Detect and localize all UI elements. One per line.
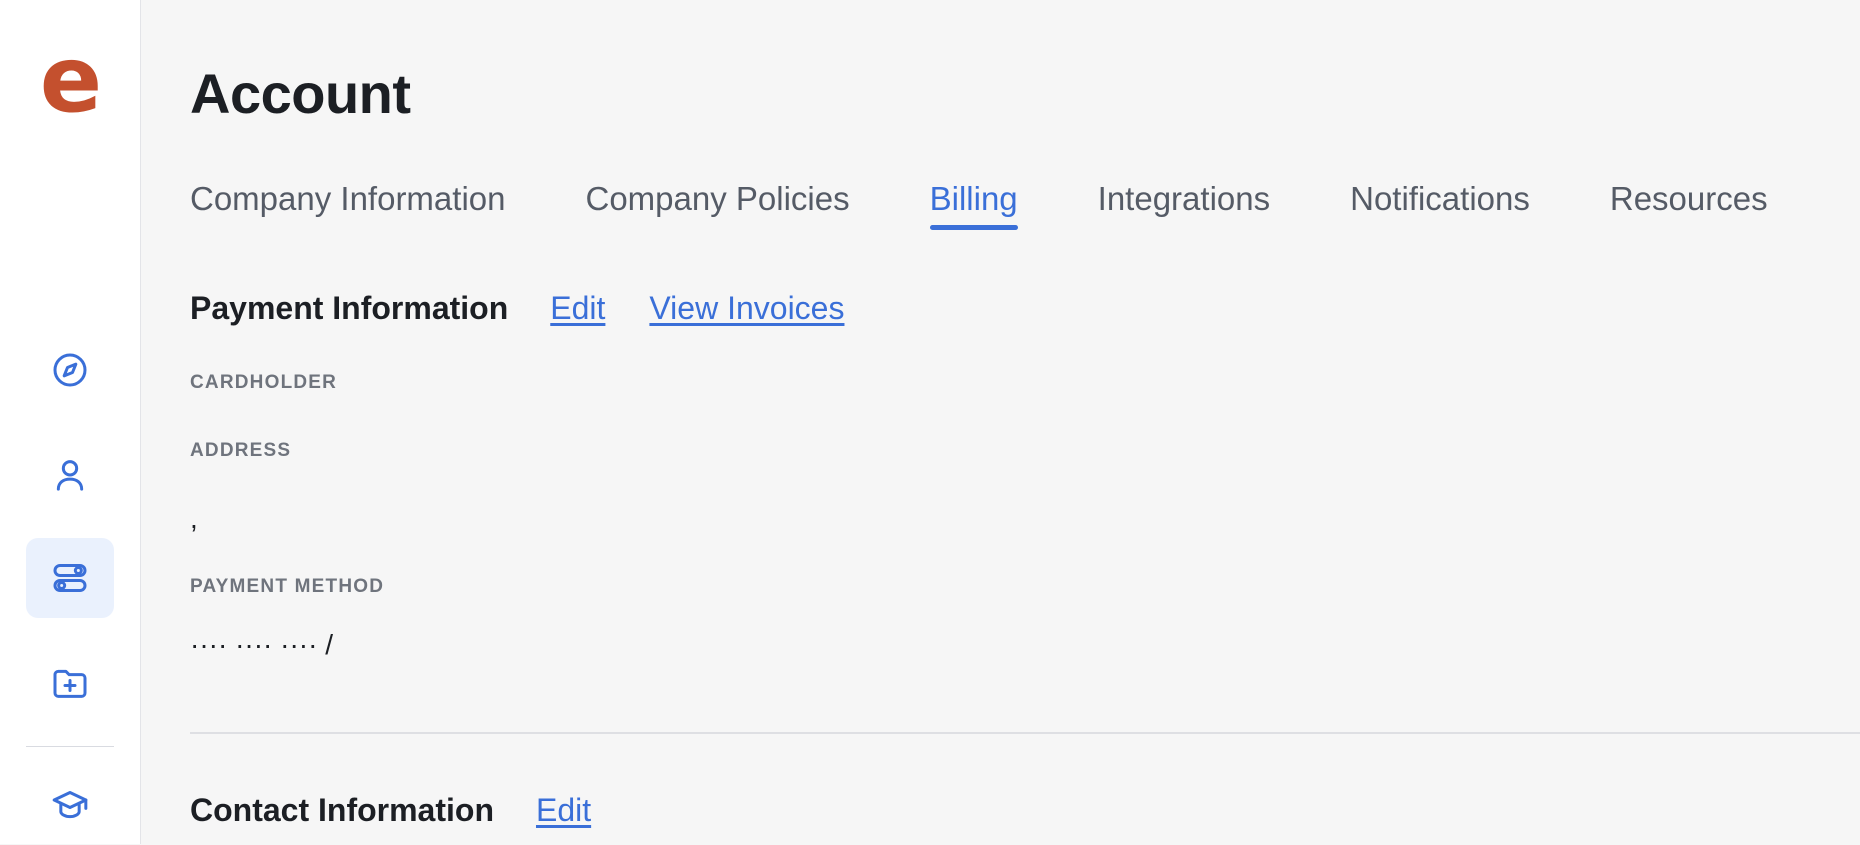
tab-notifications[interactable]: Notifications — [1350, 176, 1530, 222]
account-tabs: Company Information Company Policies Bil… — [190, 176, 1768, 230]
payment-method-value: ···· ···· ···· / — [190, 629, 334, 660]
address-label: ADDRESS — [190, 440, 292, 461]
payment-edit-link[interactable]: Edit — [550, 286, 605, 330]
main-content: Account Company Information Company Poli… — [190, 0, 1860, 844]
toggles-icon — [53, 564, 87, 592]
graduation-cap-icon — [52, 791, 88, 819]
contact-header: Contact Information Edit — [190, 788, 591, 832]
page-title: Account — [190, 62, 411, 125]
contact-information-title: Contact Information — [190, 792, 494, 828]
payment-information-title: Payment Information — [190, 290, 509, 326]
folder-plus-icon — [53, 669, 87, 698]
sidebar-item-files[interactable] — [26, 643, 114, 723]
address-value: , — [190, 503, 198, 534]
sidebar-item-settings[interactable] — [26, 538, 114, 618]
tab-integrations[interactable]: Integrations — [1098, 176, 1270, 222]
sidebar: e — [0, 0, 141, 844]
payment-header: Payment Information Edit View Invoices — [190, 286, 844, 330]
contact-edit-link[interactable]: Edit — [536, 788, 591, 832]
view-invoices-link[interactable]: View Invoices — [649, 286, 844, 330]
payment-method-label: PAYMENT METHOD — [190, 576, 385, 597]
section-divider — [190, 732, 1860, 734]
tab-company-information[interactable]: Company Information — [190, 176, 505, 222]
sidebar-divider — [26, 746, 114, 747]
user-icon — [56, 460, 84, 491]
sidebar-item-explore[interactable] — [26, 330, 114, 410]
tab-billing[interactable]: Billing — [929, 176, 1018, 230]
sidebar-item-people[interactable] — [26, 435, 114, 515]
brand-logo[interactable]: e — [34, 30, 106, 130]
tab-company-policies[interactable]: Company Policies — [585, 176, 849, 222]
tab-resources[interactable]: Resources — [1610, 176, 1768, 222]
compass-icon — [53, 353, 87, 387]
sidebar-item-learning[interactable] — [26, 765, 114, 845]
cardholder-label: CARDHOLDER — [190, 372, 338, 393]
